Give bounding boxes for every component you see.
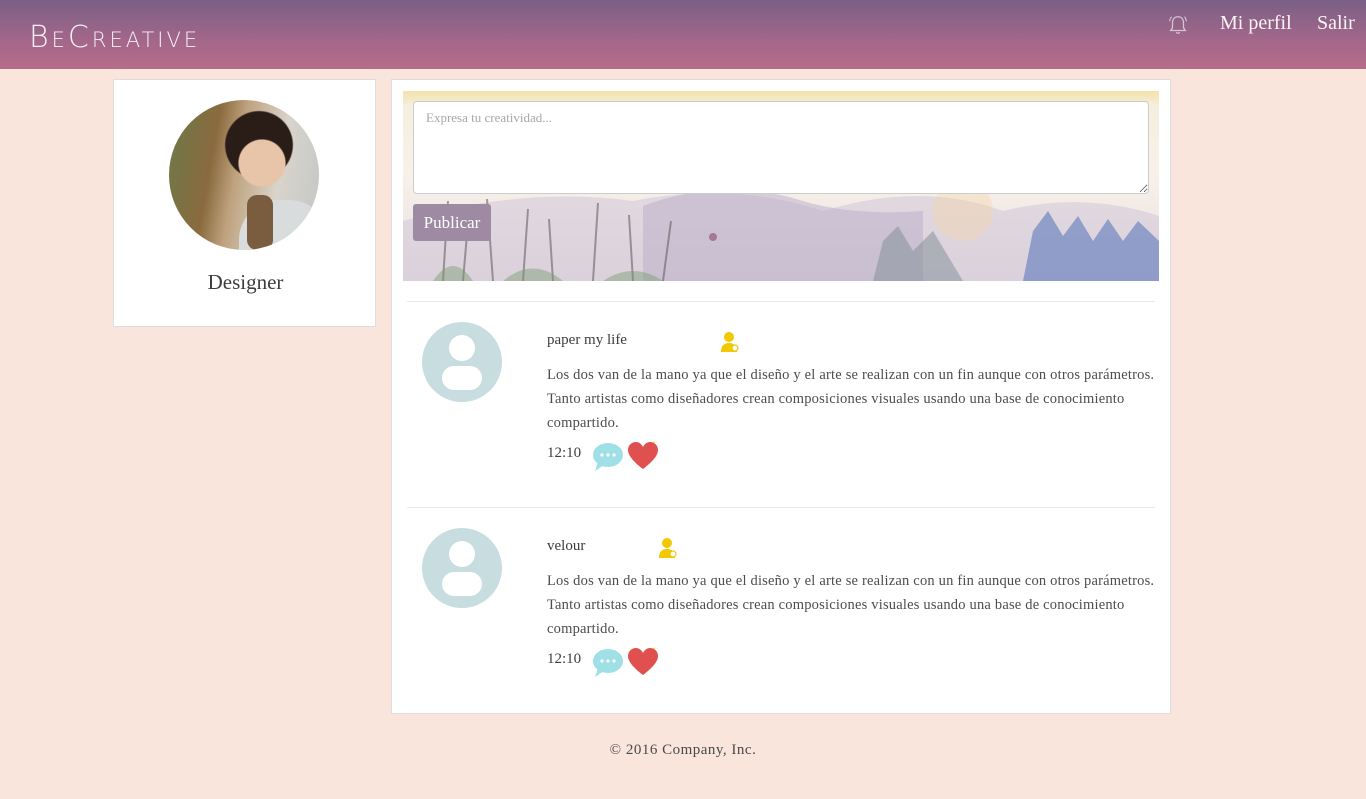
heart-icon[interactable] (627, 647, 659, 677)
user-badge-icon (659, 538, 677, 558)
publish-button[interactable]: Publicar (413, 204, 491, 241)
nav-my-profile[interactable]: Mi perfil (1220, 12, 1292, 35)
top-navbar: BeCreative Mi perfil Salir (0, 0, 1366, 69)
post-text: Los dos van de la mano ya que el diseño … (547, 367, 1155, 431)
user-avatar[interactable] (422, 528, 502, 608)
post-text: Los dos van de la mano ya que el diseño … (547, 573, 1155, 637)
footer-copyright: © 2016 Company, Inc. (609, 742, 757, 758)
post-time: 12:10 (547, 445, 582, 461)
post-time: 12:10 (547, 651, 582, 667)
nav-logout[interactable]: Salir (1317, 12, 1355, 35)
user-badge-icon (721, 332, 739, 352)
user-avatar[interactable] (422, 322, 502, 402)
post-author[interactable]: velour (547, 538, 585, 555)
feed-panel: Publicar paper my life Los dos van de la… (391, 79, 1171, 714)
post-item: velour Los dos van de la mano ya que el … (392, 508, 1172, 708)
profile-role: Designer (207, 270, 284, 294)
post-item: paper my life Los dos van de la mano ya … (392, 302, 1172, 502)
profile-card: Designer (113, 79, 376, 327)
post-composer: Publicar (403, 91, 1159, 281)
composer-input[interactable] (413, 101, 1149, 194)
heart-icon[interactable] (627, 441, 659, 471)
post-author[interactable]: paper my life (547, 332, 627, 349)
comment-bubble-icon[interactable] (592, 648, 624, 678)
brand-logo[interactable]: BeCreative (29, 20, 200, 55)
profile-photo[interactable] (169, 100, 319, 250)
bell-icon[interactable] (1167, 14, 1189, 36)
comment-bubble-icon[interactable] (592, 442, 624, 472)
